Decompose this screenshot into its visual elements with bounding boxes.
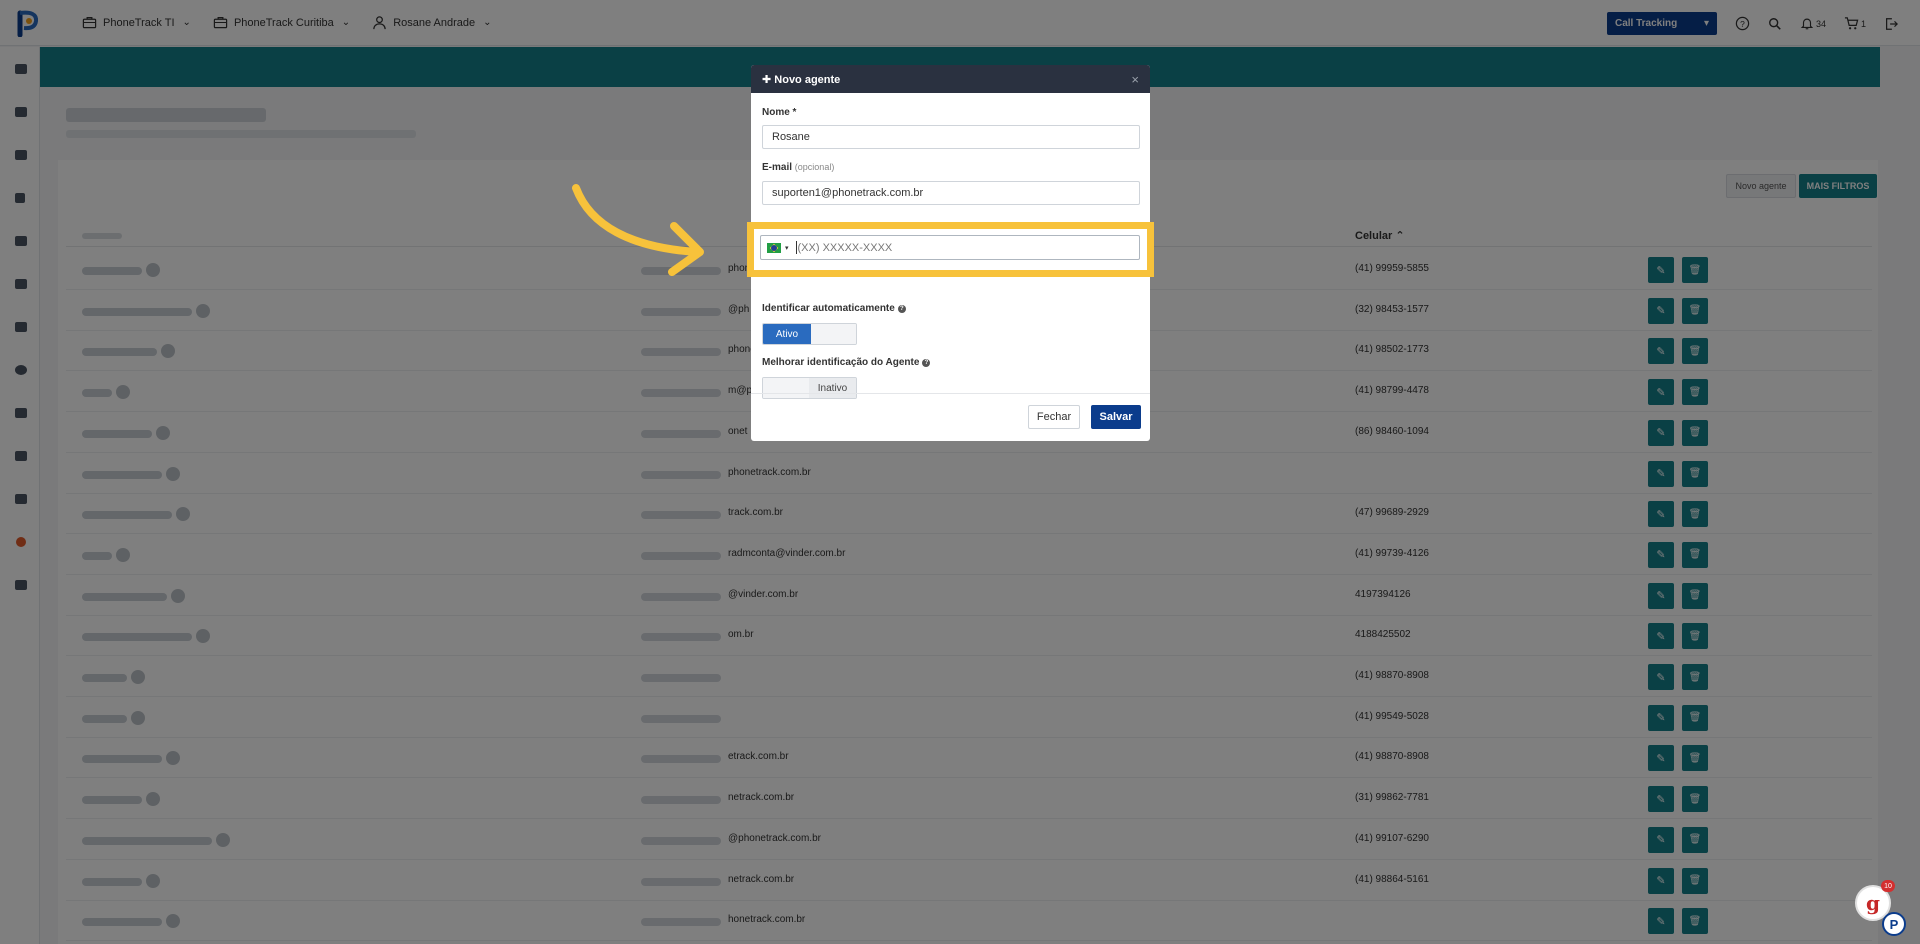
toggle-on: Ativo	[763, 324, 811, 344]
pointer-arrow-icon	[572, 184, 704, 276]
improve-label: Melhorar identificação do Agente?	[762, 357, 931, 368]
toggle-off-blank	[811, 324, 856, 344]
modal-header: ✚ Novo agente ×	[751, 65, 1150, 93]
email-field[interactable]: suporten1@phonetrack.com.br	[762, 181, 1140, 205]
save-button[interactable]: Salvar	[1091, 405, 1141, 429]
email-optional: (opcional)	[794, 162, 835, 172]
auto-identify-text: Identificar automaticamente	[762, 303, 895, 314]
modal-title: ✚ Novo agente	[762, 73, 841, 86]
brazil-flag-icon[interactable]	[767, 242, 781, 253]
phone-placeholder: (XX) XXXXX-XXXX	[797, 241, 893, 254]
help-icon[interactable]: ?	[897, 305, 906, 313]
phonetrack-chat-widget[interactable]: P	[1882, 912, 1906, 936]
phone-field-highlight: ▾ (XX) XXXXX-XXXX	[747, 222, 1154, 277]
phone-input[interactable]: ▾ (XX) XXXXX-XXXX	[760, 235, 1140, 260]
modal-footer: Fechar Salvar	[751, 393, 1150, 441]
name-label: Nome *	[762, 107, 797, 118]
help-icon[interactable]: ?	[922, 359, 931, 367]
name-field[interactable]: Rosane	[762, 125, 1140, 149]
country-caret-icon[interactable]: ▾	[785, 244, 789, 252]
auto-identify-label: Identificar automaticamente?	[762, 303, 906, 314]
close-button[interactable]: Fechar	[1028, 405, 1080, 429]
email-label: E-mail (opcional)	[762, 162, 834, 173]
improve-text: Melhorar identificação do Agente	[762, 357, 920, 368]
modal-title-text: Novo agente	[774, 73, 841, 86]
text-cursor	[795, 241, 797, 254]
close-icon[interactable]: ×	[1131, 72, 1139, 87]
guide-badge: 10	[1881, 880, 1895, 892]
email-label-text: E-mail	[762, 162, 793, 173]
auto-identify-toggle[interactable]: Ativo	[762, 323, 857, 345]
